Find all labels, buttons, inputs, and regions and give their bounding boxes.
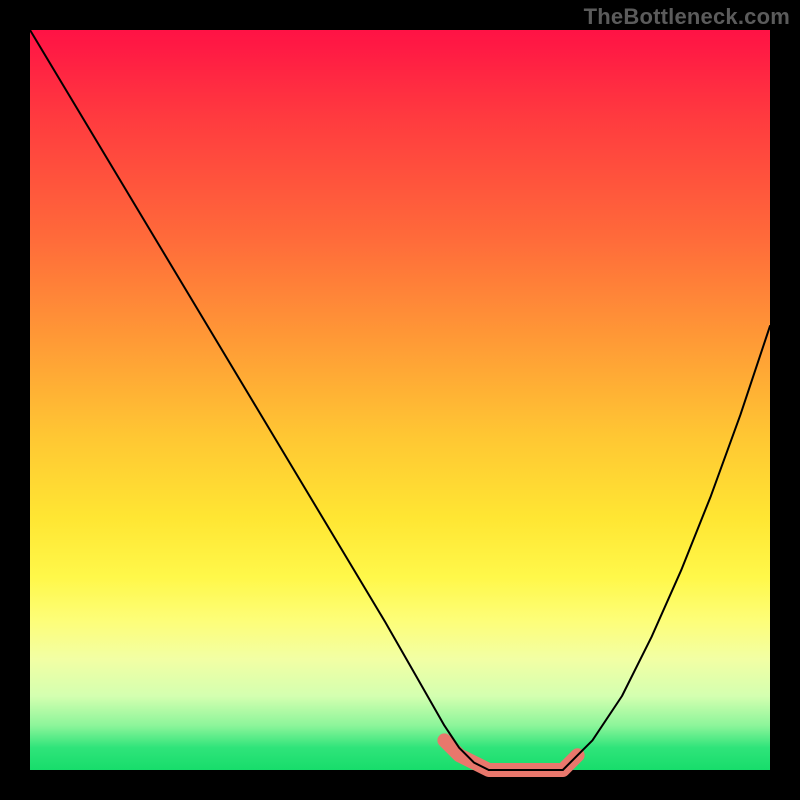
- optimum-highlight: [444, 740, 577, 770]
- plot-area: [30, 30, 770, 770]
- right-curve: [563, 326, 770, 770]
- left-curve: [30, 30, 489, 770]
- chart-frame: TheBottleneck.com: [0, 0, 800, 800]
- curve-layer: [30, 30, 770, 770]
- watermark-text: TheBottleneck.com: [584, 4, 790, 30]
